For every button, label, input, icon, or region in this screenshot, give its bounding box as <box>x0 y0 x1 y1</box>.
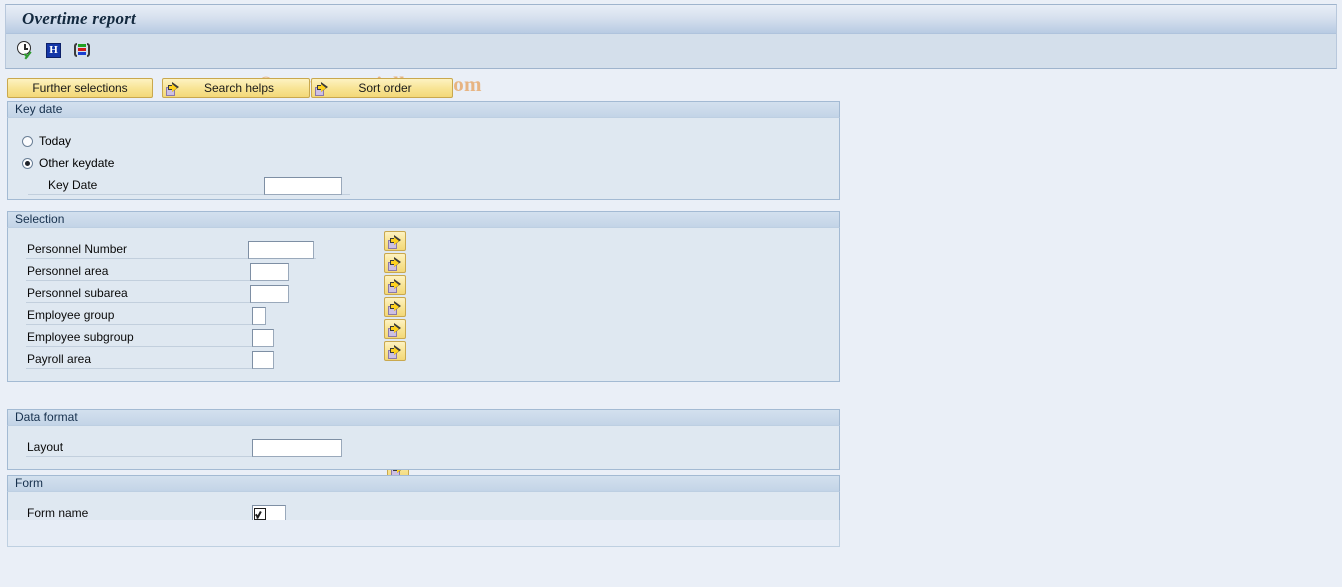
multi-select-employee-group-button[interactable] <box>384 297 406 317</box>
payroll-area-label: Payroll area <box>26 352 274 369</box>
group-key-date-title: Key date <box>7 101 840 117</box>
field-row-employee-group: Employee group <box>26 307 266 326</box>
layout-input[interactable] <box>252 439 342 457</box>
personnel-area-input[interactable] <box>250 263 289 281</box>
search-helps-button[interactable]: Search helps <box>162 78 310 98</box>
employee-group-label: Employee group <box>26 308 266 325</box>
info-h-badge-shape: H <box>46 43 61 58</box>
multi-select-arrow-icon <box>388 234 403 249</box>
group-selection: Selection Personnel Number Personnel are… <box>7 211 840 479</box>
field-row-personnel-number: Personnel Number <box>26 241 316 260</box>
employee-subgroup-label: Employee subgroup <box>26 330 274 347</box>
execute-clock-icon[interactable] <box>16 40 37 61</box>
personnel-number-input[interactable] <box>248 241 314 259</box>
multi-select-arrow-icon <box>388 256 403 271</box>
radio-today-indicator[interactable] <box>22 135 33 147</box>
further-selections-button[interactable]: Further selections <box>7 78 153 98</box>
multi-select-arrow-icon <box>388 300 403 315</box>
legend-bars-shape <box>74 43 90 58</box>
multi-select-personnel-area-button[interactable] <box>384 253 406 273</box>
multi-select-arrow-icon <box>388 344 403 359</box>
further-selections-label: Further selections <box>32 81 128 95</box>
multi-select-employee-subgroup-button[interactable] <box>384 319 406 339</box>
legend-icon[interactable] <box>72 40 93 61</box>
group-selection-body: Personnel Number Personnel area Personne… <box>7 227 840 479</box>
key-date-input[interactable] <box>264 177 342 195</box>
checkbox-check-icon <box>254 508 266 520</box>
search-helps-label: Search helps <box>203 81 275 95</box>
radio-today-label: Today <box>39 134 72 148</box>
multi-select-payroll-area-button[interactable] <box>384 341 406 361</box>
info-h-icon[interactable]: H <box>44 40 65 61</box>
multi-select-arrow-icon <box>388 278 403 293</box>
group-key-date: Key date Today Other keydate Key Date <box>7 101 840 200</box>
field-row-payroll-area: Payroll area <box>26 351 274 370</box>
radio-option-other-keydate[interactable]: Other keydate <box>22 156 114 170</box>
multi-select-personnel-number-button[interactable] <box>384 231 406 251</box>
field-row-key-date: Key Date <box>28 177 350 196</box>
selection-screen-bottom-frame <box>7 520 840 547</box>
page-title: Overtime report <box>22 9 136 28</box>
field-row-personnel-subarea: Personnel subarea <box>26 285 289 304</box>
radio-other-keydate-indicator[interactable] <box>22 157 33 169</box>
personnel-subarea-input[interactable] <box>250 285 289 303</box>
sort-order-label: Sort order <box>358 81 412 95</box>
field-row-personnel-area: Personnel area <box>26 263 289 282</box>
green-check-shape <box>24 48 35 59</box>
multi-select-personnel-subarea-button[interactable] <box>384 275 406 295</box>
application-toolbar: H © www.tutorialkart.com <box>5 34 1337 96</box>
radio-option-today[interactable]: Today <box>22 134 71 148</box>
radio-other-keydate-label: Other keydate <box>39 156 115 170</box>
field-row-layout: Layout <box>26 439 342 458</box>
group-key-date-body: Today Other keydate Key Date <box>7 117 840 200</box>
payroll-area-input[interactable] <box>252 351 274 369</box>
group-data-format: Data format Layout <box>7 409 840 470</box>
group-form-title: Form <box>7 475 840 491</box>
arrow-right-icon <box>166 81 181 96</box>
toolbar-icon-group: H <box>16 40 93 61</box>
arrow-right-icon <box>315 81 330 96</box>
sap-application-window: Overtime report H Further selections Sea… <box>0 0 1342 587</box>
group-data-format-body: Layout <box>7 425 840 470</box>
field-row-employee-subgroup: Employee subgroup <box>26 329 274 348</box>
sort-order-button[interactable]: Sort order <box>311 78 453 98</box>
window-title-bar: Overtime report <box>5 4 1337 34</box>
employee-subgroup-input[interactable] <box>252 329 274 347</box>
multi-select-arrow-icon <box>388 322 403 337</box>
group-data-format-title: Data format <box>7 409 840 425</box>
selection-screen-content: Key date Today Other keydate Key Date Se… <box>5 100 1342 587</box>
employee-group-input[interactable] <box>252 307 266 325</box>
group-selection-title: Selection <box>7 211 840 227</box>
